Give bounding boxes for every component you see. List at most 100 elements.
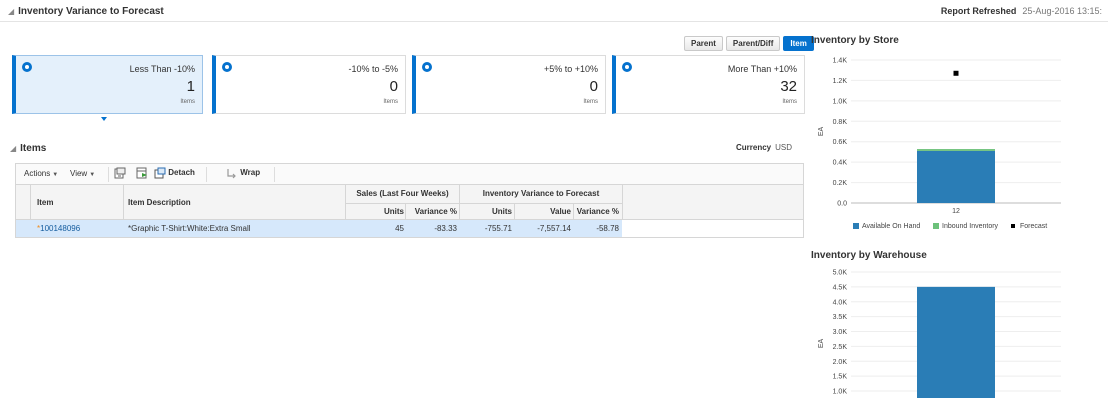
items-section-header[interactable]: ◢ Items bbox=[10, 143, 46, 154]
col-divider bbox=[573, 203, 574, 220]
y-tick-label: 1.4K bbox=[833, 58, 848, 65]
y-axis-label: EA bbox=[818, 339, 825, 349]
y-tick-label: 0.4K bbox=[833, 160, 848, 167]
warehouse-chart-svg: 1.0K 1.5K 2.0K 2.5K 3.0K 3.5K 4.0K 4.5K 5.0K EA bbox=[818, 270, 1061, 398]
tile-unit: Items bbox=[782, 99, 797, 105]
view-parent-diff-button[interactable]: Parent/Diff bbox=[725, 36, 781, 51]
y-tick-label: 4.5K bbox=[833, 284, 848, 291]
collapse-icon[interactable]: ◢ bbox=[10, 144, 16, 153]
header-divider bbox=[345, 203, 622, 204]
store-chart-svg: 0.0 0.2K 0.4K 0.6K 0.8K 1.0K 1.2K 1.4K EA 12 Avail… bbox=[818, 58, 1061, 230]
forecast-marker bbox=[953, 70, 959, 76]
y-tick-label: 2.0K bbox=[833, 359, 848, 366]
col-item[interactable]: Item bbox=[37, 198, 53, 207]
cell-inv-units: -755.71 bbox=[484, 224, 512, 233]
y-tick-label: 0.2K bbox=[833, 180, 848, 187]
tile-value: 0 bbox=[589, 78, 598, 95]
chevron-down-icon: ▼ bbox=[89, 172, 96, 178]
bar-inbound-inventory bbox=[917, 149, 995, 151]
report-title-text: Inventory Variance to Forecast bbox=[18, 6, 164, 17]
legend-available-on-hand-label: Available On Hand bbox=[862, 223, 920, 230]
cell-sales-variance: -83.33 bbox=[434, 224, 457, 233]
tile-plus-5-to-plus-10[interactable]: +5% to +10% 0 Items bbox=[412, 55, 606, 114]
tile-unit: Items bbox=[583, 99, 598, 105]
col-item-description[interactable]: Item Description bbox=[128, 198, 191, 207]
report-refreshed: Report Refreshed 25-Aug-2016 13:15: bbox=[941, 6, 1102, 16]
collapse-icon[interactable]: ◢ bbox=[8, 7, 14, 16]
items-table: Actions ▼ View ▼ Detach Wrap Item Item Des… bbox=[15, 163, 804, 238]
cell-sales-units: 45 bbox=[395, 224, 404, 233]
tile-more-than-plus-10[interactable]: More Than +10% 32 Items bbox=[612, 55, 805, 114]
legend-available-on-hand-swatch bbox=[853, 223, 859, 229]
currency-label: Currency bbox=[736, 143, 772, 152]
col-inv-units[interactable]: Units bbox=[463, 207, 512, 216]
legend-forecast-label: Forecast bbox=[1020, 223, 1047, 230]
col-inv-value[interactable]: Value bbox=[516, 207, 571, 216]
cell-item-description: *Graphic T-Shirt:White:Extra Small bbox=[128, 224, 251, 233]
actions-label: Actions bbox=[24, 169, 51, 178]
view-item-button[interactable]: Item bbox=[783, 36, 814, 51]
tile-less-than-minus-10[interactable]: Less Than -10% 1 Items bbox=[12, 55, 203, 114]
warehouse-chart: 1.0K 1.5K 2.0K 2.5K 3.0K 3.5K 4.0K 4.5K 5.0K EA bbox=[811, 265, 1066, 398]
y-tick-label: 5.0K bbox=[833, 270, 848, 277]
bar-available-on-hand bbox=[917, 286, 995, 398]
col-divider bbox=[514, 203, 515, 220]
col-sales-variance[interactable]: Variance % bbox=[406, 207, 457, 216]
col-inv-variance[interactable]: Variance % bbox=[572, 207, 619, 216]
tile-label: -10% to -5% bbox=[348, 64, 398, 74]
freeze-icon[interactable] bbox=[136, 167, 148, 179]
view-menu[interactable]: View ▼ bbox=[70, 169, 95, 178]
cell-item[interactable]: *100148096 bbox=[37, 224, 80, 233]
toolbar-divider bbox=[206, 167, 207, 182]
detach-icon bbox=[154, 167, 166, 179]
y-tick-label: 0.6K bbox=[833, 139, 848, 146]
wrap-button[interactable]: Wrap bbox=[226, 167, 260, 179]
tile-selected-pointer-icon bbox=[101, 117, 107, 121]
item-link[interactable]: 100148096 bbox=[40, 224, 80, 233]
wrap-label: Wrap bbox=[240, 168, 261, 178]
store-chart: 0.0 0.2K 0.4K 0.6K 0.8K 1.0K 1.2K 1.4K EA 12 Avail… bbox=[811, 50, 1066, 242]
y-tick-label: 1.0K bbox=[833, 98, 848, 105]
legend-inbound-inventory-swatch bbox=[933, 223, 939, 229]
detach-label: Detach bbox=[168, 168, 195, 178]
y-axis-label: EA bbox=[818, 127, 825, 137]
tile-value: 32 bbox=[780, 78, 797, 95]
tile-label: Less Than -10% bbox=[129, 64, 195, 74]
chevron-down-icon: ▼ bbox=[52, 172, 59, 178]
view-parent-button[interactable]: Parent bbox=[684, 36, 723, 51]
radio-icon bbox=[622, 62, 632, 72]
refreshed-label: Report Refreshed bbox=[940, 6, 1017, 16]
detach-button[interactable]: Detach bbox=[154, 167, 195, 179]
warehouse-chart-title: Inventory by Warehouse bbox=[811, 250, 927, 261]
table-row[interactable]: *100148096 *Graphic T-Shirt:White:Extra … bbox=[16, 220, 622, 237]
currency-display: Currency USD bbox=[736, 143, 792, 152]
radio-icon bbox=[22, 62, 32, 72]
tile-unit: Items bbox=[180, 99, 195, 105]
actions-menu[interactable]: Actions ▼ bbox=[24, 169, 58, 178]
y-tick-label: 0.0 bbox=[837, 201, 847, 208]
refreshed-value: 25-Aug-2016 13:15: bbox=[1022, 6, 1102, 16]
toolbar-divider bbox=[274, 167, 275, 182]
col-sales-units[interactable]: Units bbox=[348, 207, 404, 216]
report-title[interactable]: ◢ Inventory Variance to Forecast bbox=[8, 6, 164, 17]
currency-value: USD bbox=[775, 143, 793, 152]
tile-minus-10-to-minus-5[interactable]: -10% to -5% 0 Items bbox=[212, 55, 406, 114]
col-divider bbox=[622, 185, 623, 220]
x-tick-label: 12 bbox=[952, 208, 960, 215]
col-divider bbox=[405, 203, 406, 220]
legend-forecast-swatch bbox=[1011, 224, 1015, 228]
y-tick-label: 1.2K bbox=[833, 78, 848, 85]
tile-unit: Items bbox=[383, 99, 398, 105]
report-header: ◢ Inventory Variance to Forecast Report R… bbox=[0, 0, 1108, 22]
y-tick-label: 0.8K bbox=[833, 119, 848, 126]
radio-icon bbox=[422, 62, 432, 72]
y-tick-label: 3.0K bbox=[833, 329, 848, 336]
legend-inbound-inventory-label: Inbound Inventory bbox=[942, 223, 999, 230]
table-header: Item Item Description Sales (Last Four W… bbox=[16, 185, 803, 220]
view-toggle: Parent Parent/Diff Item bbox=[684, 36, 814, 51]
y-tick-label: 1.0K bbox=[833, 389, 848, 396]
export-icon[interactable] bbox=[114, 167, 126, 179]
tile-value: 1 bbox=[186, 78, 195, 95]
col-divider bbox=[30, 185, 31, 220]
y-tick-label: 1.5K bbox=[833, 374, 848, 381]
